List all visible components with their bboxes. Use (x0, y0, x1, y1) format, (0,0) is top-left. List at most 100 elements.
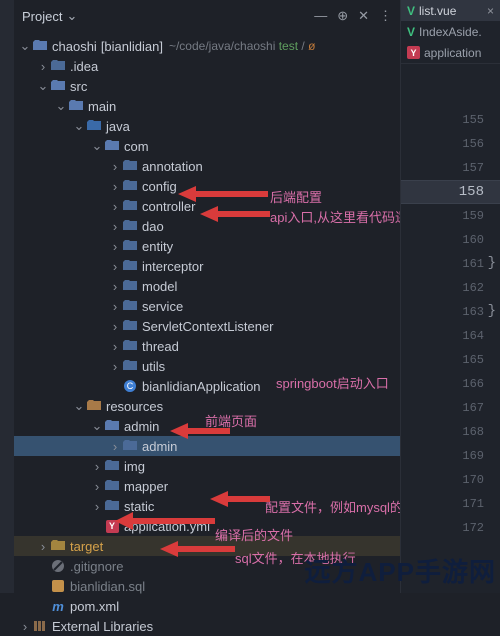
tree-item-annotation[interactable]: ›annotation (14, 156, 400, 176)
tree-item-service[interactable]: ›service (14, 296, 400, 316)
chevron-right-icon[interactable]: › (90, 499, 104, 514)
chevron-right-icon[interactable]: › (108, 279, 122, 294)
line-number[interactable]: 172 (401, 516, 500, 540)
package-icon (122, 220, 138, 232)
tree-item-dao[interactable]: ›dao (14, 216, 400, 236)
collapse-icon[interactable]: — (314, 8, 327, 24)
chevron-down-icon[interactable]: ⌄ (90, 418, 104, 434)
tab-indexaside[interactable]: VIndexAside. (401, 21, 500, 42)
chevron-right-icon[interactable]: › (90, 459, 104, 474)
code-brace: } (488, 255, 496, 271)
chevron-right-icon[interactable]: › (108, 219, 122, 234)
yaml-icon: Y (407, 46, 420, 59)
package-icon (122, 160, 138, 172)
chevron-right-icon[interactable]: › (108, 239, 122, 254)
package-icon (122, 180, 138, 192)
tree-item-utils[interactable]: ›utils (14, 356, 400, 376)
chevron-right-icon[interactable]: › (90, 479, 104, 494)
chevron-right-icon[interactable]: › (108, 339, 122, 354)
chevron-down-icon[interactable]: ⌄ (72, 118, 86, 134)
close-icon[interactable]: × (487, 4, 494, 18)
line-number[interactable]: 170 (401, 468, 500, 492)
expand-icon[interactable]: ⊕ (337, 8, 348, 24)
line-number[interactable]: 160 (401, 228, 500, 252)
tree-item-pom[interactable]: mpom.xml (14, 596, 400, 616)
chevron-right-icon[interactable]: › (108, 319, 122, 334)
project-tree[interactable]: ⌄ chaoshi [bianlidian] ~/code/java/chaos… (14, 32, 400, 636)
tree-item-thread[interactable]: ›thread (14, 336, 400, 356)
chevron-right-icon[interactable]: › (108, 199, 122, 214)
svg-text:C: C (127, 381, 134, 391)
gitignore-icon (50, 559, 66, 573)
tree-item-src[interactable]: ⌄ src (14, 76, 400, 96)
line-number[interactable]: 165 (401, 348, 500, 372)
line-number[interactable]: 163 (401, 300, 500, 324)
folder-icon (104, 500, 120, 512)
chevron-down-icon[interactable]: ⌄ (18, 38, 32, 54)
chevron-right-icon[interactable]: › (108, 259, 122, 274)
activity-bar[interactable] (0, 0, 14, 593)
line-number[interactable]: 162 (401, 276, 500, 300)
line-number[interactable]: 158 (401, 180, 500, 204)
line-number[interactable]: 171 (401, 492, 500, 516)
line-number[interactable]: 159 (401, 204, 500, 228)
tree-item-config[interactable]: ›config (14, 176, 400, 196)
tree-root[interactable]: ⌄ chaoshi [bianlidian] ~/code/java/chaos… (14, 36, 400, 56)
chevron-right-icon[interactable]: › (36, 59, 50, 74)
line-number[interactable]: 156 (401, 132, 500, 156)
panel-tools: — ⊕ ✕ ⋮ (314, 8, 400, 24)
tree-item-entity[interactable]: ›entity (14, 236, 400, 256)
tree-item-mapper[interactable]: ›mapper (14, 476, 400, 496)
chevron-right-icon[interactable]: › (108, 299, 122, 314)
line-number[interactable]: 169 (401, 444, 500, 468)
tree-item-resources[interactable]: ⌄resources (14, 396, 400, 416)
line-number[interactable]: 168 (401, 420, 500, 444)
tab-listvue[interactable]: Vlist.vue× (401, 0, 500, 21)
chevron-down-icon[interactable]: ⌄ (90, 138, 104, 154)
tree-item-app[interactable]: CbianlidianApplication (14, 376, 400, 396)
tree-item-java[interactable]: ⌄ java (14, 116, 400, 136)
line-number[interactable]: 164 (401, 324, 500, 348)
editor-pane: Vlist.vue× VIndexAside. Yapplication 155… (400, 0, 500, 593)
folder-icon (86, 120, 102, 132)
tree-item-controller[interactable]: ›controller (14, 196, 400, 216)
chevron-down-icon[interactable]: ⌄ (54, 98, 68, 114)
chevron-down-icon[interactable]: ⌄ (36, 78, 50, 94)
chevron-right-icon[interactable]: › (108, 439, 122, 454)
line-number[interactable]: 166 (401, 372, 500, 396)
hide-icon[interactable]: ✕ (358, 8, 369, 24)
package-icon (104, 140, 120, 152)
chevron-down-icon[interactable]: ⌄ (72, 398, 86, 414)
line-number[interactable]: 167 (401, 396, 500, 420)
tree-item-appyml[interactable]: Yapplication.yml (14, 516, 400, 536)
tree-item-static[interactable]: ›static (14, 496, 400, 516)
vue-icon: V (407, 4, 415, 18)
tree-item-extlib[interactable]: ›External Libraries (14, 616, 400, 636)
tree-item-interceptor[interactable]: ›interceptor (14, 256, 400, 276)
tab-application[interactable]: Yapplication (401, 42, 500, 63)
line-number[interactable]: 157 (401, 156, 500, 180)
tree-item-admin2[interactable]: ›admin (14, 436, 400, 456)
chevron-right-icon[interactable]: › (18, 619, 32, 634)
panel-title[interactable]: Project (22, 9, 62, 24)
chevron-right-icon[interactable]: › (36, 539, 50, 554)
tree-item-scl[interactable]: ›ServletContextListener (14, 316, 400, 336)
tree-item-admin1[interactable]: ⌄admin (14, 416, 400, 436)
code-brace: } (488, 303, 496, 319)
line-number[interactable]: 155 (401, 108, 500, 132)
folder-icon (50, 540, 66, 552)
more-icon[interactable]: ⋮ (379, 8, 392, 24)
chevron-right-icon[interactable]: › (108, 159, 122, 174)
line-gutter[interactable]: 1551561571581591601611621631641651661671… (401, 64, 500, 540)
tree-item-model[interactable]: ›model (14, 276, 400, 296)
tree-item-idea[interactable]: › .idea (14, 56, 400, 76)
line-number[interactable]: 161 (401, 252, 500, 276)
chevron-right-icon[interactable]: › (108, 359, 122, 374)
tree-item-com[interactable]: ⌄ com (14, 136, 400, 156)
tree-item-main[interactable]: ⌄ main (14, 96, 400, 116)
chevron-down-icon[interactable]: ⌄ (66, 8, 77, 24)
tree-item-img[interactable]: ›img (14, 456, 400, 476)
chevron-right-icon[interactable]: › (108, 179, 122, 194)
package-icon (122, 360, 138, 372)
root-name: chaoshi (52, 39, 97, 54)
